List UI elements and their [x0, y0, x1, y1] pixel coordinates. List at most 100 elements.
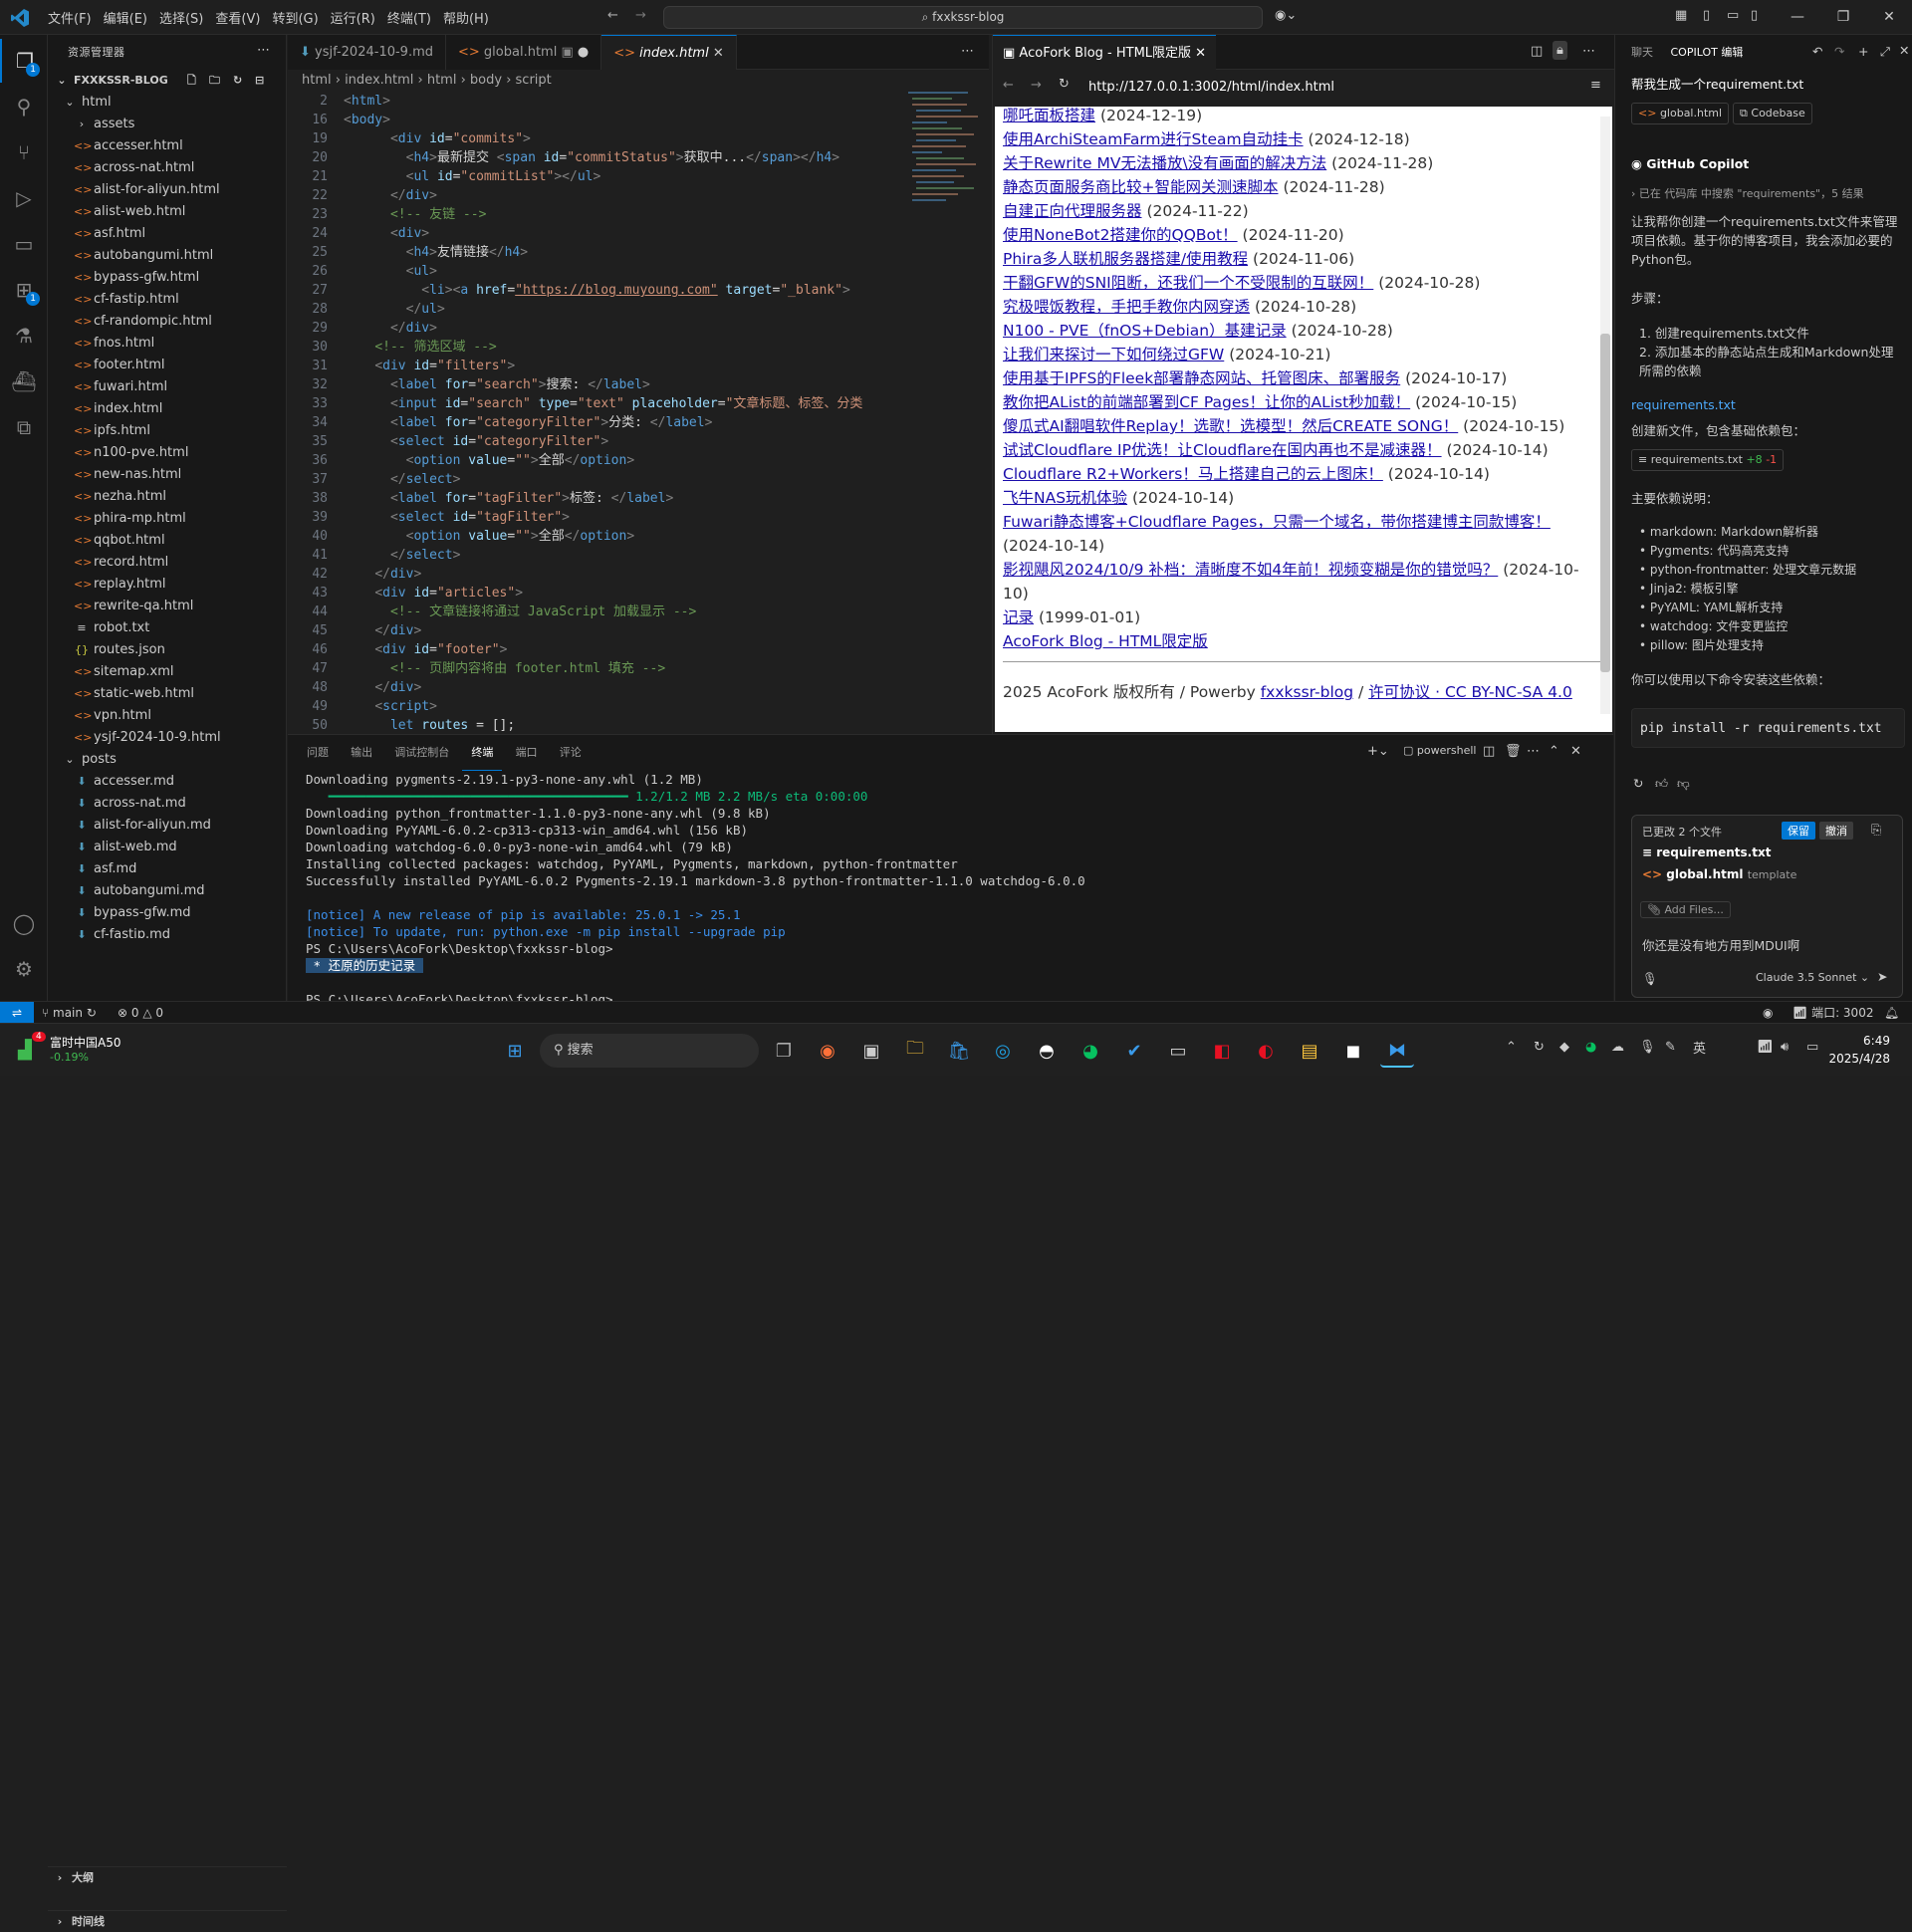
footer-license-link[interactable]: 许可协议 · CC BY-NC-SA 4.0: [1368, 683, 1572, 701]
tree-item[interactable]: <> alist-web.html: [48, 201, 286, 223]
app-check-icon[interactable]: ✔: [1117, 1034, 1151, 1068]
article-link[interactable]: 影视飓风2024/10/9 补档：清晰度不如4年前！视频变糊是你的错觉吗？: [1003, 561, 1498, 579]
toggle-secondary-sidebar-icon[interactable]: ▯: [1751, 8, 1758, 23]
retry-icon[interactable]: ↻: [1633, 776, 1643, 791]
tab-output[interactable]: 输出: [342, 735, 381, 771]
tray-mic-icon[interactable]: 🎙︎: [1639, 1040, 1656, 1055]
tree-item[interactable]: <> nezha.html: [48, 486, 286, 508]
model-picker[interactable]: Claude 3.5 Sonnet ⌄: [1756, 971, 1869, 984]
terminal-profile[interactable]: ▢ powershell: [1403, 744, 1476, 757]
article-link[interactable]: 飞牛NAS玩机体验: [1003, 489, 1127, 507]
tab-global-html[interactable]: <> global.html ▣ ●: [446, 35, 602, 70]
article-link[interactable]: 干翻GFW的SNI阻断，还我们一个不受限制的互联网！: [1003, 274, 1373, 292]
article-link[interactable]: 哪吒面板搭建: [1003, 107, 1095, 124]
tree-item[interactable]: ⬇ asf.md: [48, 858, 286, 880]
article-link[interactable]: Fuwari静态博客+Cloudflare Pages，只需一个域名，带你搭建博…: [1003, 513, 1551, 531]
app-dark-icon[interactable]: ◼: [1336, 1034, 1370, 1068]
store-icon[interactable]: 🛍︎: [942, 1034, 976, 1068]
menu-edit[interactable]: 编辑(E): [98, 8, 153, 27]
maximize-panel-icon[interactable]: ⌃: [1549, 744, 1559, 759]
tree-folder-html[interactable]: ⌄ html: [48, 92, 286, 114]
tree-item[interactable]: <> ipfs.html: [48, 420, 286, 442]
collapse-all-icon[interactable]: ⊟: [255, 70, 264, 92]
article-link[interactable]: 使用ArchiSteamFarm进行Steam自动挂卡: [1003, 130, 1304, 148]
tree-item[interactable]: <> new-nas.html: [48, 464, 286, 486]
show-hidden-icons-icon[interactable]: ⌃: [1506, 1040, 1517, 1055]
tree-item[interactable]: ⬇ cf-fastip.md: [48, 924, 286, 938]
command-center[interactable]: ⌕ fxxkssr-blog: [663, 6, 1263, 29]
clock[interactable]: 6:49 2025/4/28: [1826, 1032, 1890, 1068]
problems-indicator[interactable]: ⊗ 0 △ 0: [118, 1002, 163, 1024]
extensions-icon[interactable]: ⊞ 1: [0, 268, 48, 312]
search-result-summary[interactable]: › 已在 代码库 中搜索 "requirements"，5 结果: [1631, 184, 1905, 203]
tree-item[interactable]: <> asf.html: [48, 223, 286, 245]
install-command-block[interactable]: pip install -r requirements.txt: [1631, 708, 1905, 748]
remote-explorer-icon[interactable]: ▭: [0, 222, 48, 266]
chat-input[interactable]: 你还是没有地方用到MDUI啊: [1642, 935, 1799, 954]
wifi-icon[interactable]: 📶︎: [1757, 1040, 1774, 1055]
taskbar-search[interactable]: ⚲ 搜索: [540, 1034, 759, 1068]
stock-widget[interactable]: ▟ 4 富时中国A50 -0.19%: [14, 1032, 173, 1070]
tab-terminal[interactable]: 终端: [462, 735, 503, 771]
tab-browser-preview[interactable]: ▣ AcoFork Blog - HTML限定版 ✕: [993, 35, 1217, 70]
start-button-icon[interactable]: ⊞: [498, 1034, 532, 1068]
tray-cloud-icon[interactable]: ☁: [1611, 1040, 1624, 1055]
menu-run[interactable]: 运行(R): [325, 8, 381, 27]
menu-terminal[interactable]: 终端(T): [381, 8, 437, 27]
tab-ports[interactable]: 端口: [507, 735, 547, 771]
context-chip-codebase[interactable]: ⧉ Codebase: [1733, 103, 1812, 124]
article-link[interactable]: 静态页面服务商比较+智能网关测速脚本: [1003, 178, 1279, 196]
remote-indicator-icon[interactable]: ⇌: [0, 1002, 34, 1024]
explorer-icon[interactable]: ❐ 1: [0, 39, 48, 83]
new-folder-icon[interactable]: 🗀: [209, 70, 220, 92]
thumbs-down-icon[interactable]: 👎︎: [1677, 776, 1690, 792]
more-actions-icon[interactable]: ⋯: [1582, 44, 1595, 59]
article-link[interactable]: 究极喂饭教程，手把手教你内网穿透: [1003, 298, 1250, 316]
thumbs-up-icon[interactable]: 👍︎: [1655, 776, 1668, 792]
terminal-output[interactable]: Downloading pygments-2.19.1-py3-none-any…: [306, 771, 1600, 1007]
article-link[interactable]: Phira多人联机服务器搭建/使用教程: [1003, 250, 1248, 268]
close-window-button[interactable]: ✕: [1866, 0, 1912, 35]
breadcrumb[interactable]: html › index.html › html › body › script: [288, 70, 989, 92]
tree-item[interactable]: ⬇ alist-web.md: [48, 837, 286, 858]
tray-app-icon[interactable]: ◆: [1559, 1040, 1569, 1055]
tab-ysjf-md[interactable]: ⬇ ysjf-2024-10-9.md: [288, 35, 446, 70]
article-link[interactable]: 傻瓜式AI翻唱软件Replay！选歌！选模型！然后CREATE SONG！: [1003, 417, 1458, 435]
split-editor-icon[interactable]: ◫: [1531, 44, 1543, 59]
tree-item[interactable]: <> n100-pve.html: [48, 442, 286, 464]
tray-wechat-icon[interactable]: ◕: [1585, 1040, 1596, 1055]
docker-icon[interactable]: ⛴: [0, 360, 48, 403]
tree-item[interactable]: <> across-nat.html: [48, 157, 286, 179]
forward-arrow-icon[interactable]: →: [1031, 78, 1042, 93]
page-scrollbar-thumb[interactable]: [1600, 334, 1610, 672]
context-chip-global-html[interactable]: <> global.html: [1631, 103, 1730, 124]
back-arrow-icon[interactable]: ←: [1003, 78, 1014, 93]
split-terminal-icon[interactable]: ◫: [1483, 744, 1495, 759]
tree-item[interactable]: <> phira-mp.html: [48, 508, 286, 530]
undo-button[interactable]: 撤消: [1819, 822, 1853, 840]
timeline-section[interactable]: › 时间线: [48, 1910, 287, 1932]
toggle-sidebar-icon[interactable]: ▯: [1703, 8, 1710, 23]
lock-group-icon[interactable]: 🔒︎: [1553, 41, 1567, 60]
customize-layout-icon[interactable]: ▦: [1675, 8, 1687, 23]
tree-item[interactable]: › assets: [48, 114, 286, 135]
tree-item[interactable]: <> cf-randompic.html: [48, 311, 286, 333]
tree-item[interactable]: ⬇ autobangumi.md: [48, 880, 286, 902]
outline-section[interactable]: › 大纲: [48, 1866, 287, 1888]
tree-item[interactable]: <> alist-for-aliyun.html: [48, 179, 286, 201]
task-view-icon[interactable]: ❐: [767, 1034, 801, 1068]
minimize-button[interactable]: —: [1775, 0, 1820, 35]
menu-icon[interactable]: ≡: [1590, 78, 1601, 93]
close-tab-icon[interactable]: ✕: [1195, 46, 1206, 61]
menu-help[interactable]: 帮助(H): [437, 8, 495, 27]
back-arrow-icon[interactable]: ←: [607, 8, 618, 23]
tree-item[interactable]: <> autobangumi.html: [48, 245, 286, 267]
minimap[interactable]: [906, 92, 988, 734]
wechat-icon[interactable]: ◕: [1074, 1034, 1107, 1068]
article-link[interactable]: 使用基于IPFS的Fleek部署静态网站、托管图床、部署服务: [1003, 369, 1400, 387]
tree-item[interactable]: <> bypass-gfw.html: [48, 267, 286, 289]
close-panel-icon[interactable]: ✕: [1570, 744, 1581, 759]
tree-item[interactable]: <> ysjf-2024-10-9.html: [48, 727, 286, 749]
tree-item[interactable]: ⬇ accesser.md: [48, 771, 286, 793]
source-control-icon[interactable]: ⑂: [0, 130, 48, 174]
